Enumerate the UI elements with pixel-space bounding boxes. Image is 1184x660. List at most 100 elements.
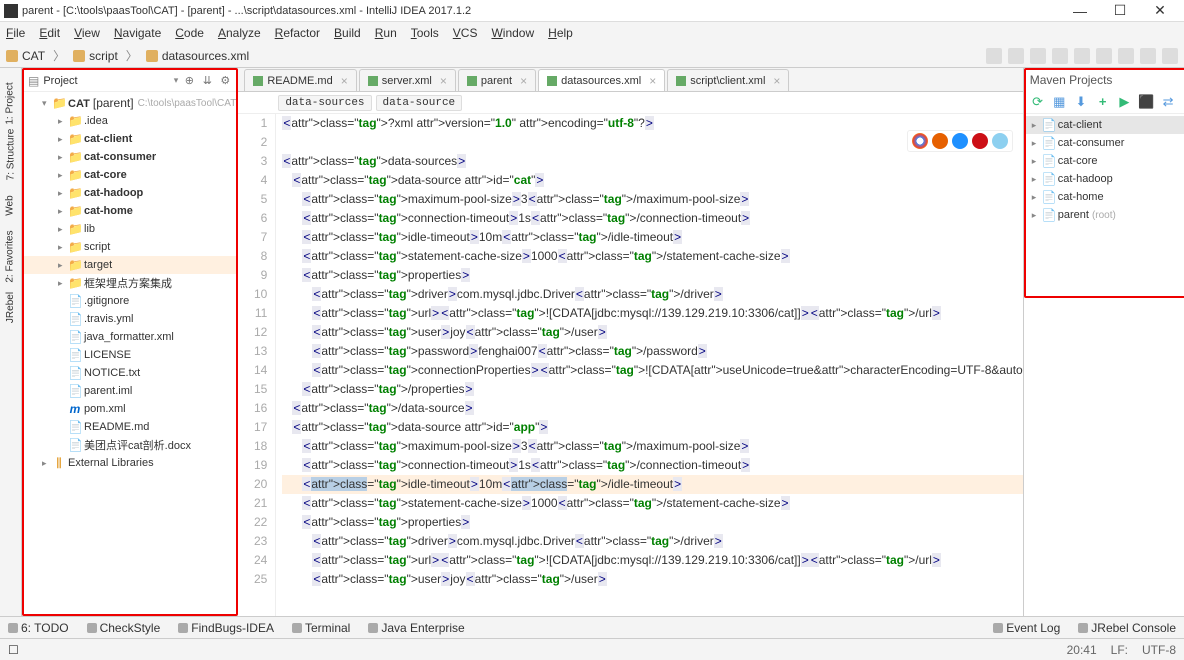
opera-icon[interactable] [972, 133, 988, 149]
breadcrumb-item[interactable]: datasources.xml [162, 49, 249, 63]
tree-item[interactable]: mpom.xml [24, 400, 236, 418]
tree-item[interactable]: ▸📁cat-consumer [24, 148, 236, 166]
menu-file[interactable]: File [6, 26, 25, 40]
bottom-tool[interactable]: Event Log [993, 621, 1060, 635]
code-line[interactable]: <attr">class="tag">connectionProperties>… [282, 361, 1022, 380]
code-line[interactable]: <attr">class="tag">password>fenghai007<a… [282, 342, 1022, 361]
close-icon[interactable]: × [649, 74, 656, 88]
menu-help[interactable]: Help [548, 26, 573, 40]
menu-refactor[interactable]: Refactor [275, 26, 320, 40]
dropdown-icon[interactable]: ▾ [174, 75, 179, 86]
search-icon[interactable] [1162, 48, 1178, 64]
code-line[interactable]: <attr">class="tag">/data-source> [282, 399, 1022, 418]
code-line[interactable]: <attr">class="tag">properties> [282, 266, 1022, 285]
editor-tab[interactable]: datasources.xml× [538, 69, 665, 91]
close-icon[interactable]: × [773, 74, 780, 88]
code-line[interactable]: <attr">class="tag">connection-timeout>1s… [282, 456, 1022, 475]
menu-build[interactable]: Build [334, 26, 361, 40]
locate-icon[interactable]: ⊕ [182, 74, 196, 88]
tree-item[interactable]: 📄.gitignore [24, 292, 236, 310]
safari-icon[interactable] [952, 133, 968, 149]
code-editor[interactable]: 1234567891011121314151617181920212223242… [238, 114, 1022, 616]
firefox-icon[interactable] [932, 133, 948, 149]
code-line[interactable]: <attr">class="tag">/properties> [282, 380, 1022, 399]
maven-item[interactable]: ▸📄cat-client [1026, 116, 1184, 134]
code-line[interactable]: <attr">class="tag">url><attr">class="tag… [282, 304, 1022, 323]
toolbar-button[interactable] [1074, 48, 1090, 64]
code-line[interactable]: <attr">class="tag">data-source attr">id=… [282, 418, 1022, 437]
breadcrumb-item[interactable]: script [89, 49, 118, 63]
menu-navigate[interactable]: Navigate [114, 26, 161, 40]
menu-analyze[interactable]: Analyze [218, 26, 261, 40]
tree-item[interactable]: 📄README.md [24, 418, 236, 436]
toolbar-button[interactable] [986, 48, 1002, 64]
editor-tab[interactable]: script\client.xml× [667, 69, 789, 91]
generate-icon[interactable]: ▦ [1051, 94, 1067, 110]
code-line[interactable]: <attr">class="tag">statement-cache-size>… [282, 247, 1022, 266]
tool-button[interactable]: Web [5, 195, 16, 215]
status-icon[interactable]: ☐ [8, 643, 19, 657]
menu-view[interactable]: View [74, 26, 100, 40]
maven-tree[interactable]: ▸📄cat-client▸📄cat-consumer▸📄cat-core▸📄ca… [1026, 114, 1184, 226]
minimize-button[interactable]: — [1060, 3, 1100, 19]
run-icon[interactable]: ▶ [1117, 94, 1133, 110]
code-line[interactable]: <attr">class="tag">user>joy<attr">class=… [282, 323, 1022, 342]
execute-icon[interactable]: ⬛ [1138, 94, 1154, 110]
toolbar-button[interactable] [1030, 48, 1046, 64]
code-line[interactable]: <attr">class="tag">connection-timeout>1s… [282, 209, 1022, 228]
code-lines[interactable]: <attr">class="tag">?xml attr">version="1… [276, 114, 1022, 616]
browser-icons[interactable] [907, 130, 1013, 152]
menu-tools[interactable]: Tools [411, 26, 439, 40]
close-button[interactable]: ✕ [1140, 2, 1180, 19]
code-line[interactable]: <attr">class="tag">data-sources> [282, 152, 1022, 171]
maven-item[interactable]: ▸📄parent(root) [1026, 206, 1184, 224]
editor-tab[interactable]: parent× [458, 69, 536, 91]
maximize-button[interactable]: ☐ [1100, 2, 1140, 19]
breadcrumb-item[interactable]: CAT [22, 49, 45, 63]
code-line[interactable]: <attr">class="tag">maximum-pool-size>3<a… [282, 437, 1022, 456]
reimport-icon[interactable]: ⟳ [1030, 94, 1046, 110]
bottom-tool[interactable]: 6: TODO [8, 621, 69, 635]
tree-item[interactable]: 📄美团点评cat剖析.docx [24, 436, 236, 454]
tree-item[interactable]: ▸📁cat-home [24, 202, 236, 220]
close-icon[interactable]: × [440, 74, 447, 88]
tree-item[interactable]: ▸📁框架埋点方案集成 [24, 274, 236, 292]
gear-icon[interactable]: ⚙ [218, 74, 232, 88]
add-icon[interactable]: + [1095, 94, 1111, 110]
toolbar-button[interactable] [1140, 48, 1156, 64]
code-line[interactable]: <attr">class="tag">data-source attr">id=… [282, 171, 1022, 190]
collapse-icon[interactable]: ⇊ [200, 74, 214, 88]
editor-tab[interactable]: README.md× [244, 69, 356, 91]
chrome-icon[interactable] [912, 133, 928, 149]
tree-item[interactable]: 📄java_formatter.xml [24, 328, 236, 346]
code-line[interactable]: <attr">class="tag">statement-cache-size>… [282, 494, 1022, 513]
close-icon[interactable]: × [341, 74, 348, 88]
breadcrumb[interactable]: CAT〉script〉datasources.xml [6, 47, 249, 64]
menu-vcs[interactable]: VCS [453, 26, 478, 40]
code-line[interactable]: <attr">class="tag">idle-timeout>10m<attr… [282, 228, 1022, 247]
tool-button[interactable]: 7: Structure [5, 129, 16, 181]
code-line[interactable]: <attr">class="tag">properties> [282, 513, 1022, 532]
maven-item[interactable]: ▸📄cat-home [1026, 188, 1184, 206]
bc-item[interactable]: data-source [376, 95, 463, 111]
close-icon[interactable]: × [520, 74, 527, 88]
external-libraries[interactable]: ▸⫼External Libraries [24, 454, 236, 472]
tree-item[interactable]: ▸📁lib [24, 220, 236, 238]
encoding[interactable]: UTF-8 [1142, 643, 1176, 657]
project-tree[interactable]: ▾📁CAT [parent]C:\tools\paasTool\CAT▸📁.id… [24, 92, 236, 614]
code-line[interactable]: <attr">class="tag">url><attr">class="tag… [282, 551, 1022, 570]
menu-window[interactable]: Window [491, 26, 534, 40]
bottom-tool[interactable]: JRebel Console [1078, 621, 1176, 635]
project-root[interactable]: ▾📁CAT [parent]C:\tools\paasTool\CAT [24, 94, 236, 112]
code-line[interactable]: <attr">class="tag">maximum-pool-size>3<a… [282, 190, 1022, 209]
code-line[interactable]: <attr">class="tag">user>joy<attr">class=… [282, 570, 1022, 589]
maven-item[interactable]: ▸📄cat-core [1026, 152, 1184, 170]
tree-item[interactable]: 📄LICENSE [24, 346, 236, 364]
tree-item[interactable]: ▸📁script [24, 238, 236, 256]
tool-button[interactable]: JRebel [5, 292, 16, 323]
tool-button[interactable]: 1: Project [5, 82, 16, 124]
toolbar-button[interactable] [1096, 48, 1112, 64]
bottom-tool[interactable]: Terminal [292, 621, 350, 635]
toolbar-button[interactable] [1052, 48, 1068, 64]
code-line[interactable]: <attr">class="tag">idle-timeout>10m<attr… [282, 475, 1022, 494]
